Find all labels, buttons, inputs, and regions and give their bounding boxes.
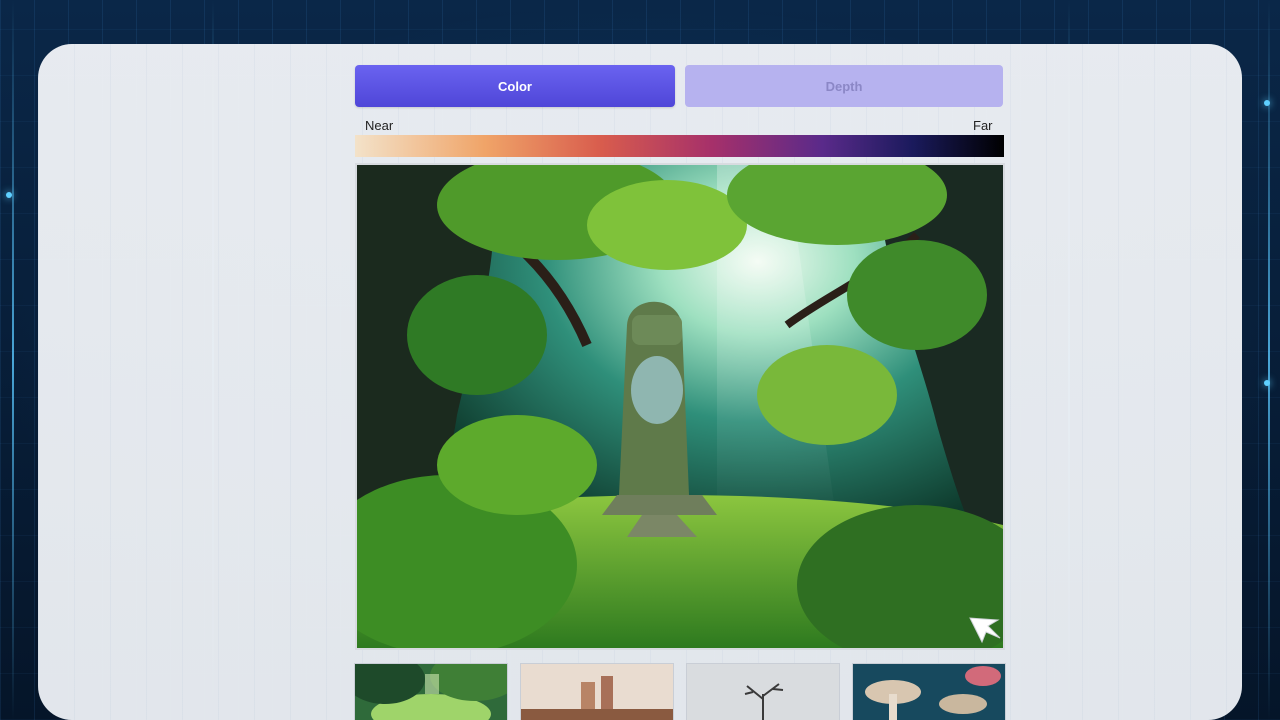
- bare-tree-thumbnail[interactable]: [686, 663, 840, 720]
- color-mode-button[interactable]: Color: [355, 65, 675, 107]
- near-label: Near: [365, 118, 394, 133]
- depth-gradient-bar: [355, 135, 1004, 157]
- mouse-pointer-icon: [968, 616, 1002, 651]
- glow-dot: [1264, 380, 1270, 386]
- light-beam: [12, 0, 14, 720]
- forest-thumbnail[interactable]: [354, 663, 508, 720]
- glow-dot: [1264, 100, 1270, 106]
- glow-dot: [6, 192, 12, 198]
- light-beam: [1268, 0, 1270, 720]
- far-label: Far: [973, 118, 993, 133]
- ruins-thumbnail[interactable]: [520, 663, 674, 720]
- jungle-statue-image[interactable]: [355, 163, 1005, 650]
- depth-mode-button[interactable]: Depth: [685, 65, 1003, 107]
- mushroom-thumbnail[interactable]: [852, 663, 1006, 720]
- depth-viewer-panel: Color Depth Near Far: [38, 44, 1242, 720]
